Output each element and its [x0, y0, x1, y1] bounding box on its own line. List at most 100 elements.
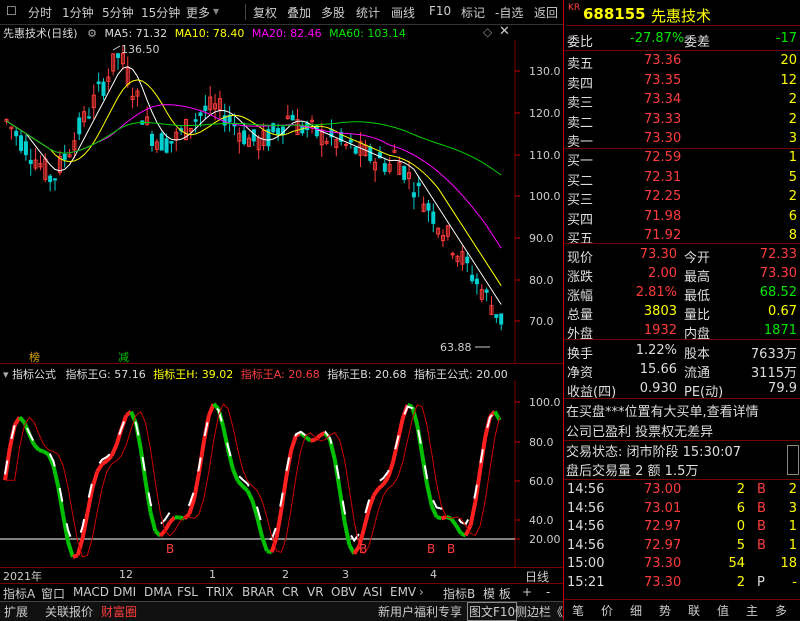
side-tab-xi[interactable]: 细	[630, 602, 642, 619]
tick-volume: 6	[737, 501, 745, 516]
bid-row[interactable]: 买四71.986	[564, 207, 800, 227]
close-icon[interactable]: ✕	[499, 24, 510, 39]
stat-value: 73.30	[640, 247, 677, 262]
tab-emv[interactable]: EMV	[390, 585, 416, 599]
side-tab-zhi[interactable]: 值	[717, 602, 729, 619]
side-tab-bi[interactable]: 笔	[572, 602, 584, 619]
chevron-down-icon[interactable]: ▾	[213, 4, 219, 18]
biaoji-button[interactable]: 标记	[461, 4, 485, 21]
tab-template[interactable]: 模 板	[483, 585, 511, 602]
ask-row[interactable]: 卖五73.3620	[564, 51, 800, 71]
tab-fsl[interactable]: FSL	[177, 585, 198, 599]
ask-volume: 3	[789, 131, 797, 146]
ask-price: 73.34	[644, 92, 681, 107]
oscillator-segment	[39, 450, 44, 451]
tab-cr[interactable]: CR	[282, 585, 299, 599]
oscillator-segment	[243, 486, 248, 491]
gear-icon[interactable]: ⚙	[87, 27, 97, 40]
ask-row[interactable]: 卖二73.332	[564, 110, 800, 130]
tab-indicator-a[interactable]: 指标A	[3, 585, 35, 602]
tick-time: 15:00	[567, 556, 604, 571]
tab-window[interactable]: 窗口	[41, 585, 65, 602]
tuwen-f10-button[interactable]: 图文F10	[467, 602, 517, 621]
side-tab-shi[interactable]: 势	[659, 602, 671, 619]
sidebar-toggle[interactable]: 侧边栏《	[515, 603, 563, 620]
tab-5min[interactable]: 5分钟	[102, 4, 134, 21]
tab-obv[interactable]: OBV	[331, 585, 357, 599]
tab-related-quotes[interactable]: 关联报价	[45, 603, 93, 620]
candle-body	[204, 106, 207, 110]
jian-tag[interactable]: 减	[118, 351, 129, 363]
fundamental-stats: 换手1.22%股本7633万净资15.66流通3115万收益(四)0.930PE…	[564, 341, 800, 398]
tab-indicator-b[interactable]: 指标B	[443, 585, 475, 602]
indicator-chart[interactable]: 100.080.060.040.020.00 B B B B	[0, 380, 563, 567]
ma60-label: MA60: 103.14	[329, 27, 406, 40]
white-signal-line	[5, 406, 500, 544]
tab-vr[interactable]: VR	[307, 585, 324, 599]
candle-body	[403, 166, 406, 179]
candle-body	[369, 147, 372, 161]
bid-row[interactable]: 买一72.591	[564, 148, 800, 168]
ask-volume: 20	[780, 53, 797, 68]
tab-expand[interactable]: 扩展	[4, 603, 28, 620]
bid-orders: 买一72.591买二72.315买三72.252买四71.986买五71.928	[564, 148, 800, 246]
diejia-button[interactable]: 叠加	[287, 4, 311, 21]
tab-more[interactable]: 更多	[186, 4, 210, 21]
zoom-out-button[interactable]: -	[546, 585, 550, 599]
tab-fenshi[interactable]: 分时	[28, 4, 52, 21]
fuquan-button[interactable]: 复权	[253, 4, 277, 21]
chevron-right-icon[interactable]: ›	[419, 585, 424, 599]
ask-row[interactable]: 卖三73.342	[564, 90, 800, 110]
tongji-button[interactable]: 统计	[356, 4, 380, 21]
new-user-welfare-link[interactable]: 新用户福利专享	[378, 603, 462, 620]
oscillator-segment	[102, 461, 107, 464]
main-candlestick-chart[interactable]: 130.0120.0110.0100.090.080.070.0 136.50 …	[0, 40, 563, 363]
stat-row: 外盘1932内盘1871	[564, 321, 800, 341]
bang-tag[interactable]: 榜	[29, 350, 40, 363]
y-tick-label: 110.0	[529, 149, 561, 162]
tab-dma[interactable]: DMA	[144, 585, 172, 599]
add-watchlist-button[interactable]: -自选	[495, 4, 523, 21]
oscillator-segment	[20, 417, 25, 422]
duogu-button[interactable]: 多股	[321, 4, 345, 21]
scroll-button[interactable]	[787, 445, 799, 475]
candle-body	[345, 144, 348, 145]
oscillator-segment	[437, 517, 442, 518]
oscillator-segment	[44, 451, 49, 454]
ask-row[interactable]: 卖四73.3512	[564, 71, 800, 91]
tick-row: 15:2173.302P-	[564, 573, 800, 593]
bid-row[interactable]: 买三72.252	[564, 187, 800, 207]
back-button[interactable]: 返回	[534, 4, 558, 21]
f10-button[interactable]: F10	[429, 4, 451, 18]
candle-body	[354, 147, 357, 153]
stock-header: KR 688155 先惠技术	[566, 1, 800, 26]
tab-brar[interactable]: BRAR	[242, 585, 275, 599]
ask-row[interactable]: 卖一73.303	[564, 129, 800, 149]
candle-body	[315, 126, 318, 136]
oscillator-segment	[54, 466, 59, 488]
tab-wealth-circle[interactable]: 财富圈	[101, 603, 137, 620]
b-marker: B	[166, 542, 174, 556]
tab-15min[interactable]: 15分钟	[141, 4, 180, 21]
side-tab-lian[interactable]: 联	[688, 602, 700, 619]
tab-trix[interactable]: TRIX	[206, 585, 233, 599]
zoom-in-button[interactable]: +	[522, 585, 532, 599]
candle-body	[194, 120, 197, 122]
tab-1min[interactable]: 1分钟	[62, 4, 94, 21]
side-tab-zhu[interactable]: 主	[746, 602, 758, 619]
toolbar-square-icon[interactable]: ☐	[6, 4, 17, 18]
tab-asi[interactable]: ASI	[363, 585, 382, 599]
big-order-notice[interactable]: 在买盘***位置有大买单,查看详情	[566, 401, 759, 420]
side-tab-jia[interactable]: 价	[601, 602, 613, 619]
tick-time: 14:56	[567, 538, 604, 553]
diamond-icon[interactable]: ◇	[483, 25, 492, 39]
side-tab-duo[interactable]: 多	[775, 602, 787, 619]
candle-body	[160, 134, 163, 150]
tab-macd[interactable]: MACD	[73, 585, 109, 599]
huaxian-button[interactable]: 画线	[391, 4, 415, 21]
bid-row[interactable]: 买二72.315	[564, 168, 800, 188]
candle-body	[432, 212, 435, 223]
y-tick-label: 130.0	[529, 65, 561, 78]
candle-body	[272, 124, 275, 132]
tab-dmi[interactable]: DMI	[113, 585, 136, 599]
